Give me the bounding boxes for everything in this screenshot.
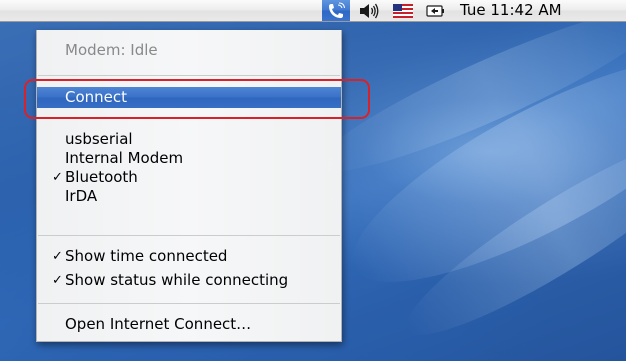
connect-menu-item[interactable]: Connect: [37, 87, 341, 108]
option-label: Show time connected: [65, 247, 228, 265]
battery-menu-extra[interactable]: [424, 0, 448, 21]
checkmark-icon: ✓: [52, 249, 63, 264]
open-internet-connect-item[interactable]: Open Internet Connect…: [37, 314, 341, 335]
menu-separator: [38, 75, 340, 76]
open-internet-connect-label: Open Internet Connect…: [65, 315, 252, 333]
us-flag-icon: [393, 3, 413, 18]
port-label: Internal Modem: [65, 149, 184, 167]
port-item-irda[interactable]: IrDA: [37, 186, 341, 207]
checkmark-icon: ✓: [52, 170, 63, 185]
connect-label: Connect: [65, 88, 128, 106]
menu-separator: [38, 117, 340, 118]
option-show-time-connected[interactable]: ✓ Show time connected: [37, 246, 341, 267]
option-show-status-while-connecting[interactable]: ✓ Show status while connecting: [37, 270, 341, 291]
modem-status-menu: Modem: Idle Connect usbserial Internal M…: [36, 30, 342, 342]
modem-status-item: Modem: Idle: [37, 40, 341, 61]
battery-icon: [426, 4, 444, 17]
desktop-swoosh: [304, 0, 626, 195]
port-item-internal-modem[interactable]: Internal Modem: [37, 148, 341, 169]
modem-menu-extra[interactable]: [322, 0, 350, 21]
port-label: usbserial: [65, 130, 133, 148]
menu-separator: [38, 303, 340, 304]
phone-modem-icon: [329, 2, 345, 18]
menu-separator: [38, 235, 340, 236]
menubar-clock[interactable]: Tue 11:42 AM: [460, 0, 562, 21]
port-label: IrDA: [65, 187, 98, 205]
desktop-swoosh: [326, 18, 626, 322]
modem-status-label: Modem: Idle: [65, 41, 158, 59]
menu-bar: Tue 11:42 AM: [0, 0, 626, 22]
checkmark-icon: ✓: [52, 273, 63, 288]
input-menu-extra[interactable]: [391, 0, 415, 21]
port-item-usbserial[interactable]: usbserial: [37, 129, 341, 150]
port-label: Bluetooth: [65, 168, 138, 186]
volume-icon: [360, 3, 379, 18]
port-item-bluetooth[interactable]: ✓ Bluetooth: [37, 167, 341, 188]
option-label: Show status while connecting: [65, 271, 289, 289]
volume-menu-extra[interactable]: [356, 0, 382, 21]
desktop-swoosh: [388, 109, 626, 361]
